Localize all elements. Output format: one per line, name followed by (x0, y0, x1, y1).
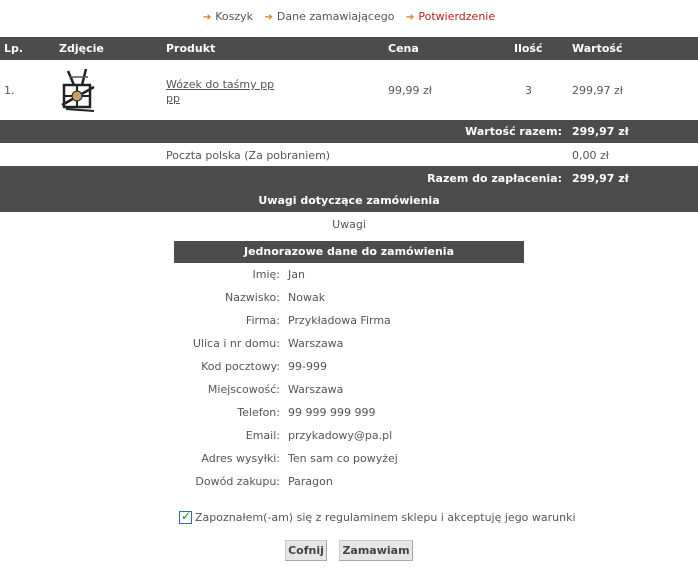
checkmark-icon: ✓ (181, 508, 192, 523)
arrow-right-icon: ➔ (202, 12, 212, 23)
field-last-name: Nazwisko: Nowak (225, 291, 326, 304)
field-first-name: Imię: Jan (252, 268, 305, 281)
shipping-value: 0,00 zł (572, 149, 609, 162)
field-proof-of-purchase: Dowód zakupu: Paragon (195, 475, 333, 488)
row-qty: 3 (525, 84, 532, 97)
subtotal-label: Wartość razem: (465, 125, 562, 138)
breadcrumb: ➔ Koszyk ➔ Dane zamawiającego ➔ Potwierdzen… (0, 10, 698, 23)
shipping-row: Poczta polska (Za pobraniem) 0,00 zł (0, 143, 698, 166)
breadcrumb-confirmation: ➔ Potwierdzenie (405, 10, 496, 23)
shipping-method: Poczta polska (Za pobraniem) (166, 149, 331, 162)
field-postal-code: Kod pocztowy: 99-999 (201, 360, 327, 373)
product-thumbnail[interactable] (60, 67, 96, 113)
col-lp: Lp. (4, 42, 24, 55)
row-value: 299,97 zł (572, 84, 623, 97)
arrow-right-icon: ➔ (405, 12, 415, 23)
total-label: Razem do zapłacenia: (427, 172, 562, 185)
field-shipping-address: Adres wysyłki: Ten sam co powyżej (201, 452, 398, 465)
order-data-title: Jednorazowe dane do zamówienia (174, 241, 524, 263)
order-table-header: Lp. Zdjęcie Produkt Cena Ilość Wartość (0, 37, 698, 60)
back-button[interactable]: Cofnij (285, 540, 327, 561)
table-row: 1. Wózek do taśmy pp pp 99,99 zł 3 299,9… (0, 60, 698, 120)
field-email: Email: przykadowy@pa.pl (245, 429, 393, 442)
col-qty: Ilość (514, 42, 543, 55)
total-value: 299,97 zł (572, 172, 629, 185)
order-button[interactable]: Zamawiam (339, 540, 413, 561)
subtotal-bar: Wartość razem: 299,97 zł (0, 120, 698, 143)
field-street: Ulica i nr domu: Warszawa (192, 337, 344, 350)
col-price: Cena (388, 42, 419, 55)
breadcrumb-customer-data[interactable]: ➔ Dane zamawiającego (265, 10, 395, 23)
col-photo: Zdjęcie (59, 42, 104, 55)
breadcrumb-cart[interactable]: ➔ Koszyk (203, 10, 253, 23)
col-value: Wartość (572, 42, 623, 55)
subtotal-value: 299,97 zł (572, 125, 629, 138)
field-city: Miejscowość: Warszawa (207, 383, 344, 396)
terms-label[interactable]: Zapoznałem(-am) się z regulaminem sklepu… (195, 511, 576, 524)
terms-checkbox[interactable]: ✓ (179, 508, 192, 524)
field-company: Firma: Przykładowa Firma (245, 314, 391, 327)
arrow-right-icon: ➔ (264, 12, 273, 23)
notes-text: Uwagi (332, 218, 366, 231)
notes-title: Uwagi dotyczące zamówienia (258, 194, 440, 207)
field-phone: Telefon: 99 999 999 999 (237, 406, 376, 419)
terms-acceptance: ✓ Zapoznałem(-am) się z regulaminem sklep… (179, 508, 579, 524)
product-link[interactable]: Wózek do taśmy pp pp (166, 78, 274, 106)
col-product: Produkt (166, 42, 216, 55)
row-lp: 1. (4, 84, 15, 97)
row-price: 99,99 zł (388, 84, 432, 97)
